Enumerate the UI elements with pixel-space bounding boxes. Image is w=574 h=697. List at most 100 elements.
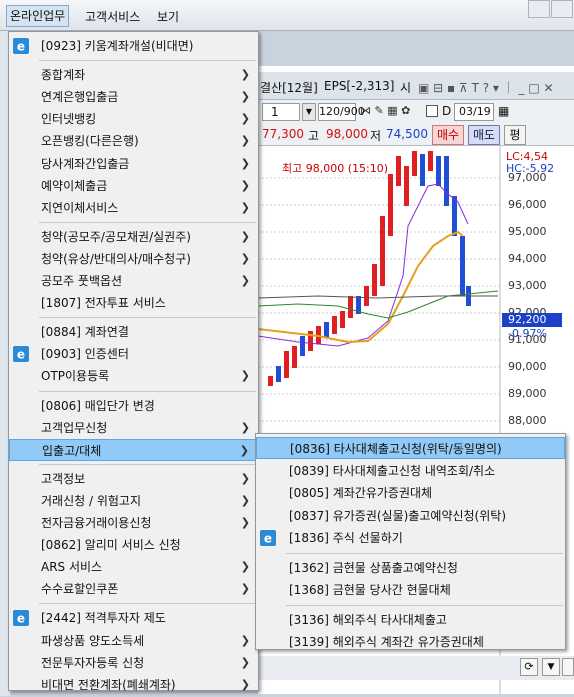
submenu-arrow-icon: ❯ (240, 274, 250, 287)
menu-item-입출고-대체[interactable]: 입출고/대체 ❯ (9, 438, 258, 461)
high-annotation: 최고 98,000 (15:10) (282, 162, 389, 175)
svg-text:e: e (17, 612, 25, 626)
menu-item-매입단가-변경[interactable]: [0806] 매입단가 변경 (9, 395, 258, 417)
submenu-arrow-icon: ❯ (240, 471, 250, 485)
menu-item-유가증권-실물-출고예약신청-위탁[interactable]: [0837] 유가증권(실물)출고예약신청(위탁) (256, 505, 565, 527)
submenu-arrow-icon: ❯ (240, 156, 250, 170)
menu-item-label: 전문투자자등록 신청 (41, 655, 145, 670)
menu-item-키움계좌개설-비대면[interactable]: e [0923] 키움계좌개설(비대면) (9, 35, 258, 57)
candle (444, 156, 449, 206)
period-dropdown-icon[interactable]: ▼ (302, 103, 316, 121)
low-label: 저 (370, 129, 382, 143)
transfer-submenu: [0836] 타사대체출고신청(위탁/동일명의) [0839] 타사대체출고신청 … (255, 433, 566, 650)
svg-text:e: e (264, 532, 272, 546)
ie-icon: e (260, 530, 276, 546)
menu-item-label: [0806] 매입단가 변경 (41, 398, 155, 413)
menu-item-인증센터[interactable]: e [0903] 인증센터 (9, 343, 258, 365)
candle (324, 322, 329, 338)
date-field[interactable]: 03/19 (454, 103, 494, 121)
avg-button[interactable]: 평 (504, 125, 526, 145)
menu-item-label: [0923] 키움계좌개설(비대면) (41, 39, 194, 53)
calendar-icon[interactable]: ▦ (498, 104, 509, 118)
menu-item-청약-유상-반대의사-매수청구[interactable]: 청약(유상/반대의사/매수청구) ❯ (9, 248, 258, 270)
menu-item-label: 고객업무신청 (41, 420, 108, 435)
menu-item-금현물-당사간-현물대체[interactable]: [1368] 금현물 당사간 현물대체 (256, 579, 565, 601)
menu-item-계좌연결[interactable]: [0884] 계좌연결 (9, 321, 258, 343)
ie-icon: e (13, 610, 29, 627)
ie-icon: e (13, 38, 29, 54)
menu-view[interactable]: 보기 (154, 8, 182, 25)
menu-bar: 온라인업무 고객서비스 보기 (0, 0, 574, 31)
menu-item-적격투자자-제도[interactable]: e [2442] 적격투자자 제도 (9, 607, 258, 629)
title-extra: 시 (400, 81, 412, 95)
minimize-button[interactable] (528, 0, 550, 18)
menu-item-전자금융거래이용신청[interactable]: 전자금융거래이용신청 ❯ (9, 512, 258, 534)
menu-item-종합계좌[interactable]: 종합계좌 ❯ (9, 64, 258, 86)
menu-item-label: 지연이체서비스 (41, 200, 119, 215)
menu-item-예약이체출금[interactable]: 예약이체출금 ❯ (9, 175, 258, 197)
chart-tool-icons[interactable]: ⋈ ✎ ▦ ✿ (360, 104, 410, 117)
submenu-arrow-icon: ❯ (240, 369, 250, 383)
menu-item-타사대체출고신청-내역조회-취소[interactable]: [0839] 타사대체출고신청 내역조회/취소 (256, 460, 565, 482)
menu-separator (39, 463, 256, 465)
menu-item-계좌간유가증권대체[interactable]: [0805] 계좌간유가증권대체 (256, 482, 565, 504)
count-field[interactable]: 120/900 (318, 103, 365, 121)
menu-item-label: 거래신청 / 위험고지 (41, 493, 141, 508)
menu-item-연계은행입출금[interactable]: 연계은행입출금 ❯ (9, 86, 258, 108)
candle (428, 151, 433, 171)
menu-item-고객정보[interactable]: 고객정보 ❯ (9, 468, 258, 490)
period-input[interactable]: 1 (262, 103, 300, 121)
menu-item-비대면-전환계좌-폐쇄계좌[interactable]: 비대면 전환계좌(폐쇄계좌) ❯ (9, 674, 258, 696)
menu-item-otp이용등록[interactable]: OTP이용등록 ❯ (9, 365, 258, 387)
menu-item-청약-공모주-공모채권-실권주[interactable]: 청약(공모주/공모채권/실권주) ❯ (9, 226, 258, 248)
current-change: -0.97% (508, 327, 547, 340)
high-label: 고 (308, 129, 320, 143)
menu-item-label: 수수료할인쿠폰 (41, 582, 119, 597)
menu-item-타사대체출고신청-위탁-동일명의[interactable]: [0836] 타사대체출고신청(위탁/동일명의) (256, 437, 565, 459)
submenu-arrow-icon: ❯ (240, 633, 250, 647)
submenu-arrow-icon: ❯ (240, 677, 250, 691)
scroll-icon[interactable] (562, 658, 574, 676)
menu-item-해외주식-타사대체출고[interactable]: [3136] 해외주식 타사대체출고 (256, 609, 565, 631)
y-tick-label: 95,000 (508, 225, 547, 238)
menu-item-파생상품-양도소득세[interactable]: 파생상품 양도소득세 ❯ (9, 630, 258, 652)
menu-item-label: [0884] 계좌연결 (41, 325, 129, 340)
menu-item-고객업무신청[interactable]: 고객업무신청 ❯ (9, 417, 258, 439)
menu-item-오픈뱅킹-다른은행[interactable]: 오픈뱅킹(다른은행) ❯ (9, 130, 258, 152)
menu-online-business[interactable]: 온라인업무 (6, 5, 70, 27)
menu-item-전문투자자등록-신청[interactable]: 전문투자자등록 신청 ❯ (9, 652, 258, 674)
price-row: 77,300 고 98,000 저 74,500 매수 매도 평 (258, 124, 574, 146)
chart-window-title: 결산[12월] EPS[-2,313] 시 ▣ ⊟ ▪ ⊼ T ? ▾ ｜ _ … (258, 72, 574, 100)
menu-item-수수료할인쿠폰[interactable]: 수수료할인쿠폰 ❯ (9, 578, 258, 600)
menu-item-알리미-서비스-신청[interactable]: [0862] 알리미 서비스 신청 (9, 534, 258, 556)
menu-item-거래신청-위험고지[interactable]: 거래신청 / 위험고지 ❯ (9, 490, 258, 512)
eps-label: EPS[-2,313] (324, 79, 395, 93)
menu-item-주식-선물하기[interactable]: e [1836] 주식 선물하기 (256, 527, 565, 549)
menu-item-인터넷뱅킹[interactable]: 인터넷뱅킹 ❯ (9, 108, 258, 130)
menu-item-label: 예약이체출금 (41, 178, 108, 193)
buy-button[interactable]: 매수 (432, 125, 464, 145)
dropdown-icon[interactable]: ▼ (542, 658, 560, 676)
menu-item-해외주식-계좌간-유가증권대체[interactable]: [3139] 해외주식 계좌간 유가증권대체 (256, 631, 565, 653)
menu-item-전자투표-서비스[interactable]: [1807] 전자투표 서비스 (9, 292, 258, 314)
menu-item-당사계좌간입출금[interactable]: 당사계좌간입출금 ❯ (9, 153, 258, 175)
menu-item-label: [3139] 해외주식 계좌간 유가증권대체 (289, 635, 484, 649)
menu-separator (39, 603, 256, 605)
svg-text:e: e (17, 40, 25, 54)
menu-item-label: [1836] 주식 선물하기 (289, 531, 403, 545)
restore-button[interactable] (551, 0, 573, 18)
menu-item-label: 오픈뱅킹(다른은행) (41, 134, 139, 149)
sell-button[interactable]: 매도 (468, 125, 500, 145)
menu-item-지연이체서비스[interactable]: 지연이체서비스 ❯ (9, 197, 258, 219)
y-tick-label: 94,000 (508, 252, 547, 265)
refresh-icon[interactable]: ⟳ (520, 658, 538, 676)
window-tool-icons[interactable]: ▣ ⊟ ▪ ⊼ T ? ▾ ｜ _ □ ✕ (418, 79, 554, 96)
menu-item-ars-서비스[interactable]: ARS 서비스 ❯ (9, 556, 258, 578)
d-checkbox[interactable] (426, 105, 438, 117)
menu-item-label: [1368] 금현물 당사간 현물대체 (289, 583, 451, 597)
y-tick-label: 88,000 (508, 414, 547, 427)
menu-customer-service[interactable]: 고객서비스 (82, 8, 143, 25)
menu-item-label: 연계은행입출금 (41, 90, 119, 105)
menu-item-공모주-풋백옵션[interactable]: 공모주 풋백옵션 ❯ (9, 270, 258, 292)
menu-item-금현물-상품출고예약신청[interactable]: [1362] 금현물 상품출고예약신청 (256, 557, 565, 579)
